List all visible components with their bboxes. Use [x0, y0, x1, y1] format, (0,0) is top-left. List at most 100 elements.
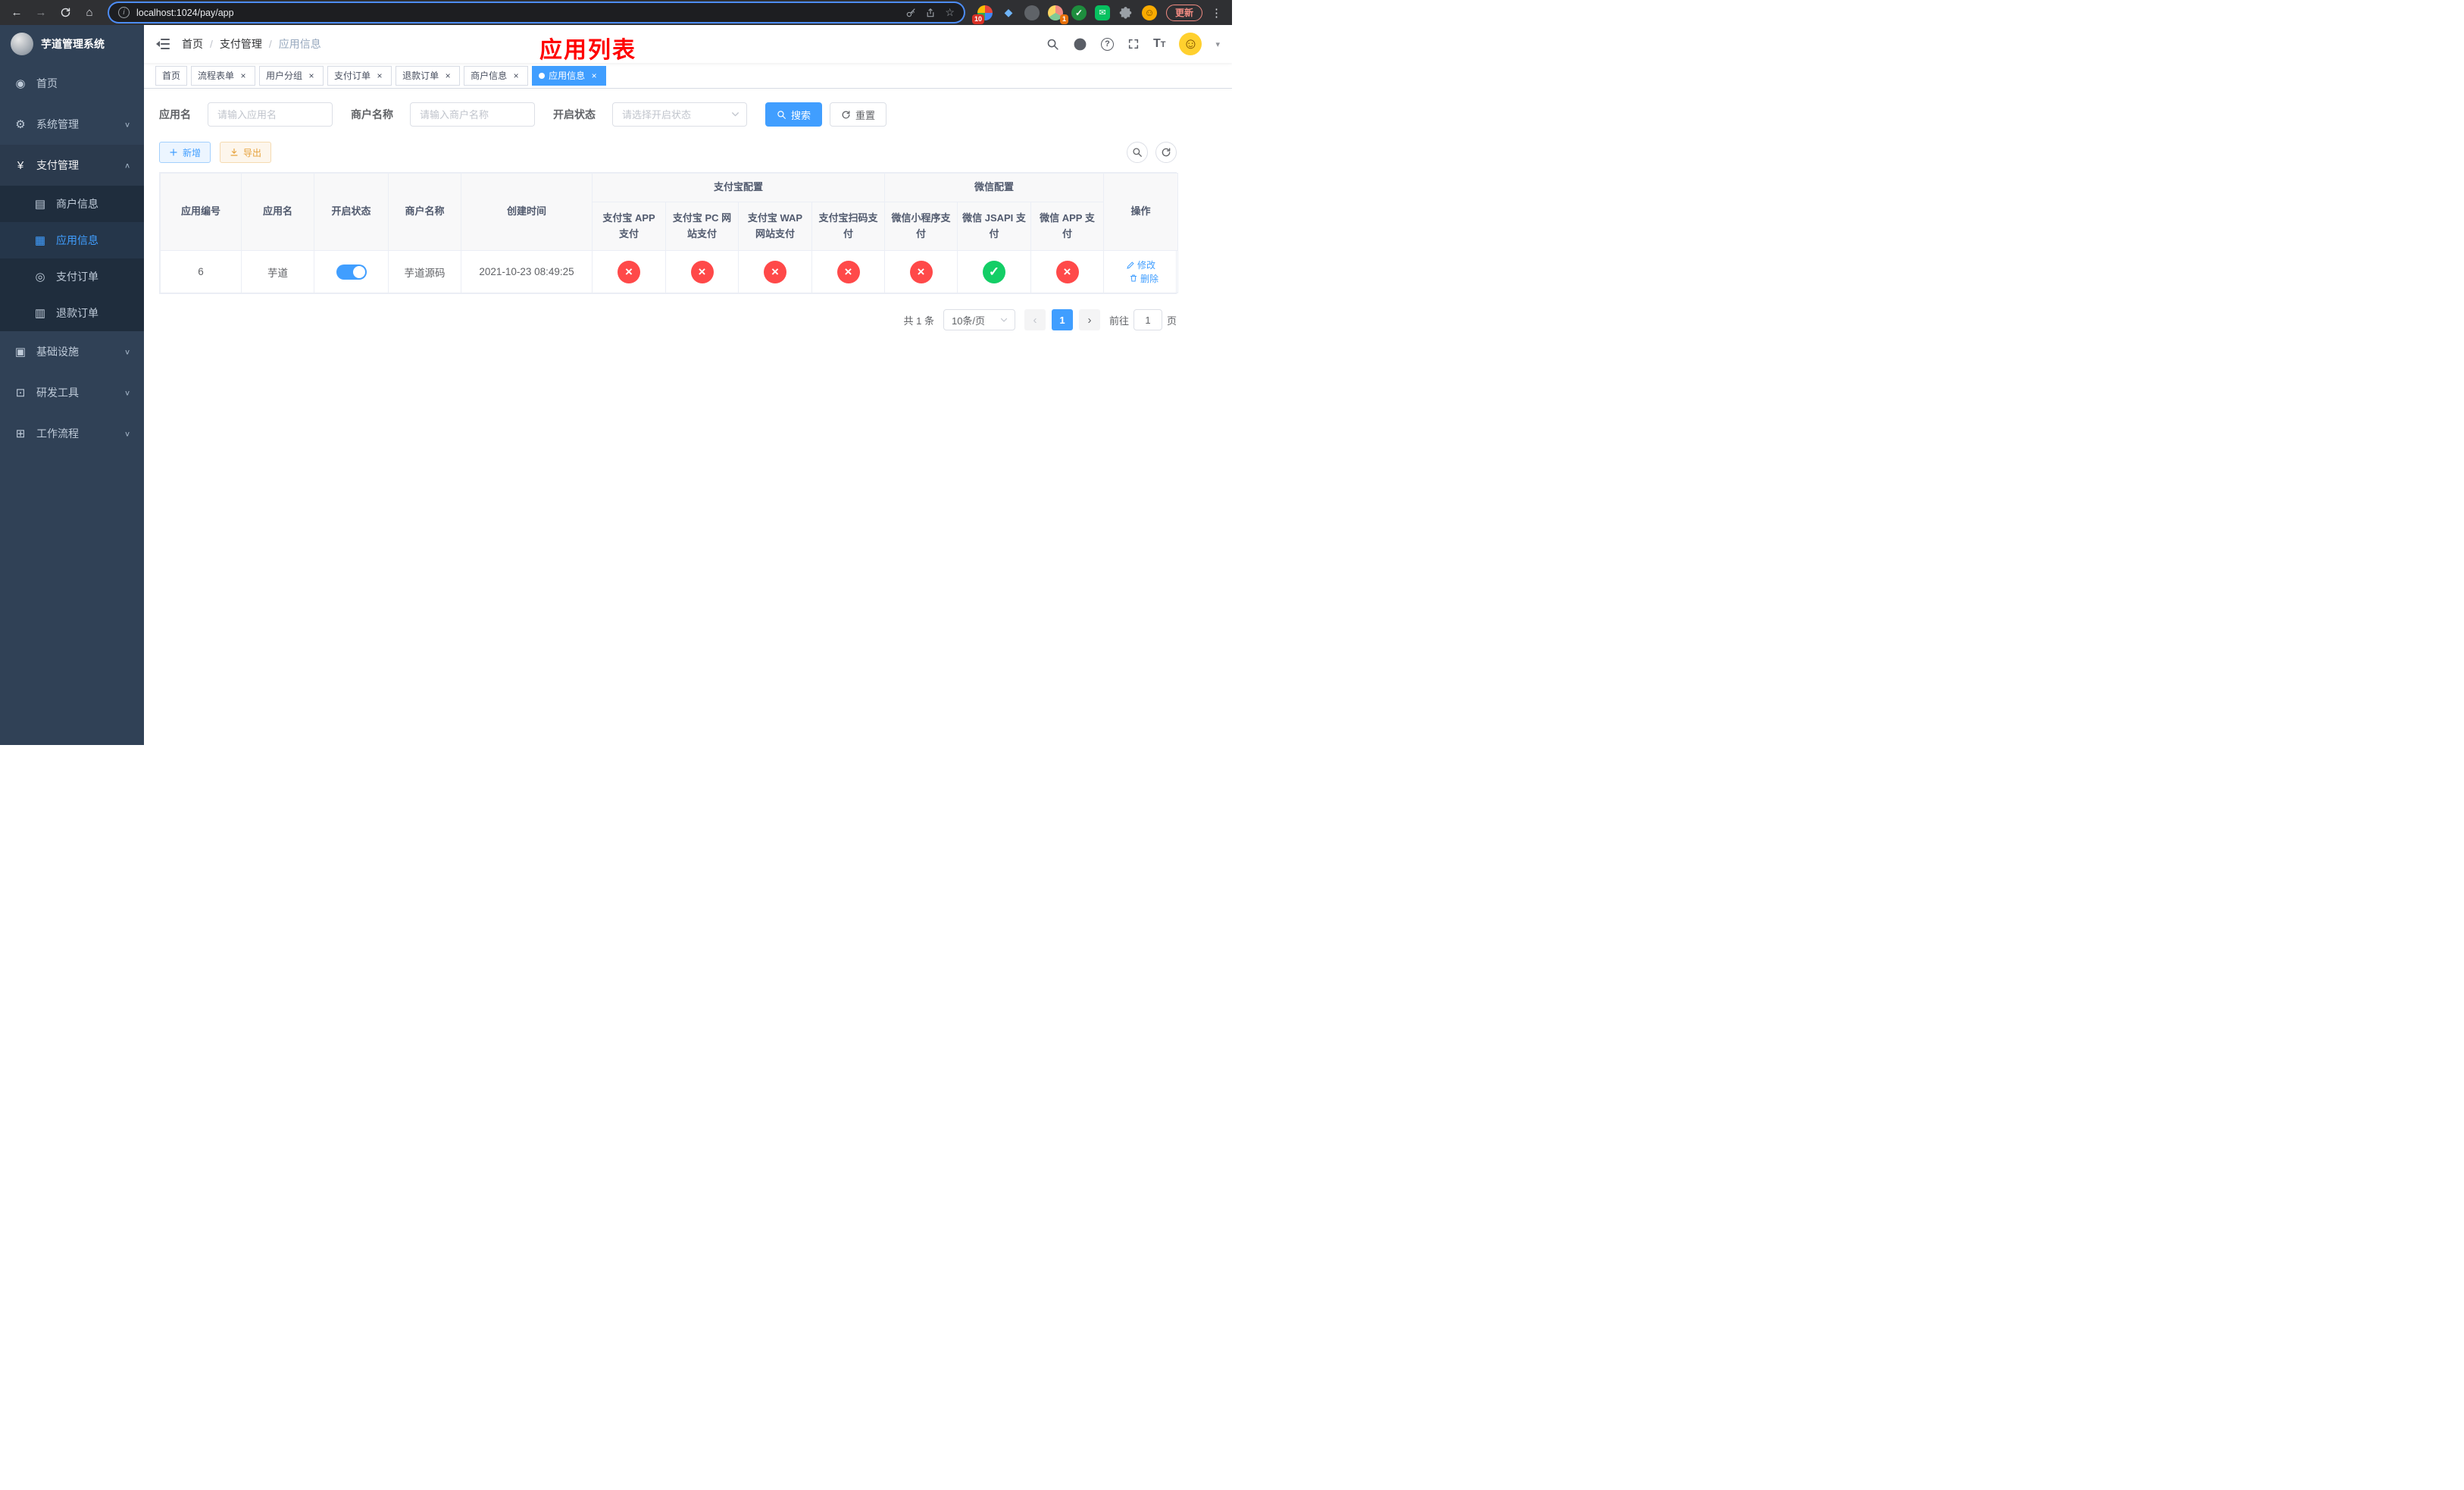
- status-toggle[interactable]: [336, 264, 367, 280]
- alipay-wap-status-icon: ×: [764, 260, 786, 283]
- refresh-button[interactable]: [1155, 142, 1177, 163]
- sidebar-item-devtools[interactable]: ⊡ 研发工具 ∨: [0, 372, 144, 413]
- browser-home-button[interactable]: ⌂: [80, 4, 98, 22]
- goto-page-input[interactable]: [1133, 309, 1162, 330]
- extension-avatar-icon[interactable]: ☺: [1141, 5, 1157, 20]
- font-size-icon[interactable]: TT: [1153, 38, 1166, 50]
- sidebar-item-app-info[interactable]: ▦ 应用信息: [0, 222, 144, 258]
- sidebar-item-label: 研发工具: [36, 387, 79, 399]
- tab-payment-order[interactable]: 支付订单 ×: [327, 65, 392, 86]
- add-button[interactable]: 新增: [159, 142, 211, 163]
- tabs-bar: 首页 流程表单 × 用户分组 × 支付订单 × 退款订单 × 商户信息 × 应用…: [144, 63, 1232, 89]
- search-icon[interactable]: [1046, 38, 1059, 51]
- sidebar-item-workflow[interactable]: ⊞ 工作流程 ∨: [0, 413, 144, 454]
- page-size-select[interactable]: 10条/页: [943, 309, 1015, 330]
- breadcrumb-home[interactable]: 首页: [182, 36, 203, 52]
- app-name-input[interactable]: [208, 102, 333, 127]
- wechat-app-status-icon: ×: [1055, 260, 1079, 283]
- close-icon[interactable]: ×: [589, 70, 599, 81]
- browser-chrome: ← → ⌂ i localhost:1024/pay/app ☆ 10 ◆ 1 …: [0, 0, 1232, 25]
- extension-profile-icon[interactable]: 1: [1047, 5, 1068, 24]
- sidebar-item-label: 工作流程: [36, 427, 79, 440]
- browser-forward-button[interactable]: →: [32, 4, 50, 22]
- sidebar-item-merchant-info[interactable]: ▤ 商户信息: [0, 186, 144, 222]
- password-key-icon[interactable]: [905, 8, 916, 18]
- next-page-button[interactable]: ›: [1078, 309, 1100, 330]
- close-icon[interactable]: ×: [511, 70, 521, 81]
- prev-page-button[interactable]: ‹: [1024, 309, 1046, 330]
- bookmark-star-icon[interactable]: ☆: [945, 6, 955, 19]
- tab-process-form[interactable]: 流程表单 ×: [191, 65, 256, 86]
- order-icon: ◎: [35, 271, 45, 283]
- sidebar-item-label: 支付订单: [56, 271, 98, 283]
- extension-chat-icon[interactable]: ✉: [1094, 5, 1110, 20]
- sidebar-item-payment[interactable]: ¥ 支付管理 ∧: [0, 145, 144, 186]
- merchant-name-input[interactable]: [410, 102, 535, 127]
- extension-colorwheel-icon[interactable]: 10: [971, 5, 993, 24]
- wechat-lite-status-icon: ×: [909, 260, 933, 283]
- app-logo-image: [11, 33, 33, 55]
- close-icon[interactable]: ×: [374, 70, 385, 81]
- cell-merchant-name: 芋道源码: [388, 250, 461, 293]
- help-icon[interactable]: ?: [1100, 37, 1114, 51]
- extensions-puzzle-icon[interactable]: [1118, 5, 1134, 20]
- col-header-app-name: 应用名: [241, 173, 314, 251]
- active-tab-dot: [539, 72, 546, 79]
- alipay-pc-status-icon: ×: [690, 260, 714, 283]
- goto-prefix: 前往: [1108, 315, 1129, 327]
- chevron-down-icon: ∨: [124, 348, 130, 356]
- tab-refund-order[interactable]: 退款订单 ×: [396, 65, 461, 86]
- breadcrumb-app-info: 应用信息: [278, 38, 321, 50]
- browser-menu-icon[interactable]: ⋮: [1209, 6, 1224, 20]
- page-number-1[interactable]: 1: [1051, 309, 1073, 330]
- url-bar[interactable]: i localhost:1024/pay/app ☆: [109, 3, 964, 22]
- document-icon: ▥: [34, 307, 46, 320]
- extension-dark-icon[interactable]: [1024, 5, 1040, 20]
- extension-green-check-icon[interactable]: ✓: [1071, 5, 1087, 20]
- user-menu-caret-icon[interactable]: ▾: [1215, 39, 1220, 49]
- col-group-wechat: 微信配置: [884, 173, 1105, 202]
- tab-user-group[interactable]: 用户分组 ×: [259, 65, 324, 86]
- sidebar-collapse-icon[interactable]: [156, 39, 170, 49]
- export-button[interactable]: 导出: [220, 142, 272, 163]
- close-icon[interactable]: ×: [306, 70, 317, 81]
- toggle-search-button[interactable]: [1127, 142, 1148, 163]
- top-navbar: 首页 / 支付管理 / 应用信息 应用列表 ? TT ☺ ▾: [144, 25, 1232, 63]
- alipay-app-status-icon: ×: [618, 260, 640, 283]
- filter-form: 应用名 商户名称 开启状态 搜索: [159, 102, 1217, 127]
- chevron-down-icon: ∨: [124, 121, 130, 129]
- extension-badge: 1: [1059, 14, 1068, 24]
- sidebar-item-label: 支付管理: [36, 159, 79, 171]
- sidebar-item-infrastructure[interactable]: ▣ 基础设施 ∨: [0, 331, 144, 372]
- close-icon[interactable]: ×: [442, 70, 453, 81]
- delete-link[interactable]: 删除: [1129, 272, 1159, 285]
- fullscreen-icon[interactable]: [1127, 38, 1140, 50]
- tab-merchant-info[interactable]: 商户信息 ×: [464, 65, 529, 86]
- page-info-icon[interactable]: i: [118, 7, 130, 18]
- sidebar-item-label: 基础设施: [36, 346, 79, 358]
- search-button[interactable]: 搜索: [765, 102, 823, 127]
- col-header-alipay-qr: 支付宝扫码支付: [811, 202, 886, 251]
- tab-home[interactable]: 首页: [155, 65, 188, 86]
- share-icon[interactable]: [925, 8, 936, 18]
- extension-blue-gem-icon[interactable]: ◆: [1001, 5, 1016, 20]
- browser-reload-button[interactable]: [56, 4, 74, 22]
- app-name-label: 应用名: [159, 108, 191, 121]
- browser-back-button[interactable]: ←: [8, 4, 26, 22]
- browser-update-button[interactable]: 更新: [1165, 4, 1202, 21]
- tab-app-info[interactable]: 应用信息 ×: [532, 65, 607, 86]
- edit-link[interactable]: 修改: [1126, 258, 1155, 271]
- sidebar-item-home[interactable]: ◉ 首页: [0, 63, 144, 104]
- sidebar-item-label: 系统管理: [36, 118, 79, 130]
- github-icon[interactable]: [1073, 37, 1087, 52]
- status-select[interactable]: [612, 102, 747, 127]
- user-avatar[interactable]: ☺: [1179, 33, 1202, 55]
- sidebar-item-system[interactable]: ⚙ 系统管理 ∨: [0, 104, 144, 145]
- col-header-create-time: 创建时间: [461, 173, 593, 251]
- sidebar-item-payment-order[interactable]: ◎ 支付订单: [0, 258, 144, 295]
- app-logo[interactable]: 芋道管理系统: [0, 25, 144, 63]
- close-icon[interactable]: ×: [238, 70, 249, 81]
- wechat-jsapi-status-icon: ✓: [983, 260, 1006, 283]
- reset-button[interactable]: 重置: [830, 102, 887, 127]
- sidebar-item-refund-order[interactable]: ▥ 退款订单: [0, 295, 144, 331]
